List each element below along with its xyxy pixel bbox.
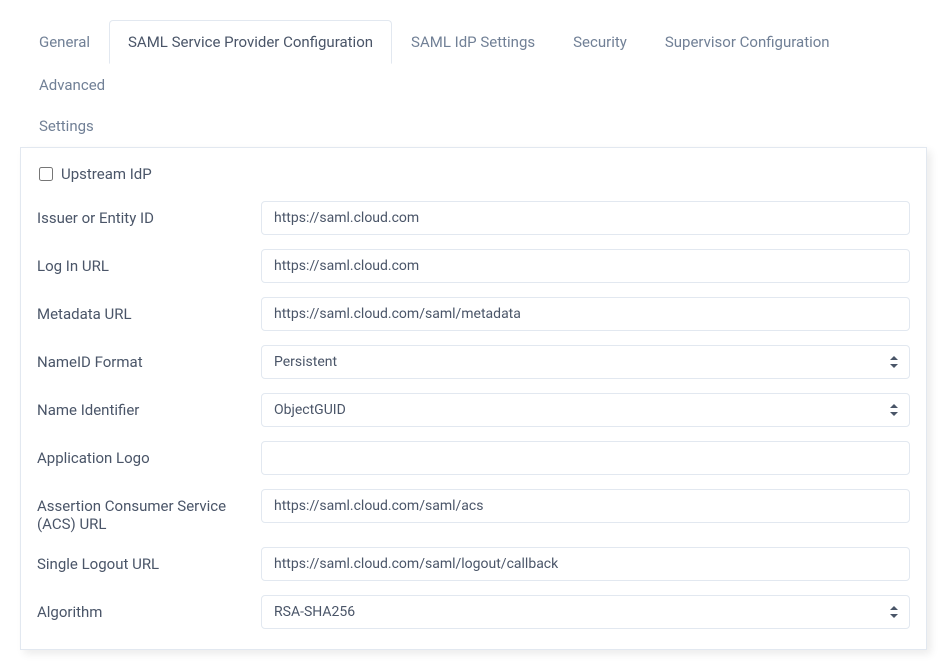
tab-advanced[interactable]: Advanced [20, 63, 124, 106]
tab-saml-sp-configuration[interactable]: SAML Service Provider Configuration [109, 20, 392, 64]
tab-general[interactable]: General [20, 20, 109, 63]
single-logout-url-input[interactable] [261, 547, 910, 581]
login-url-label: Log In URL [37, 249, 261, 275]
tab-bar: General SAML Service Provider Configurat… [20, 20, 927, 148]
application-logo-label: Application Logo [37, 441, 261, 467]
application-logo-input[interactable] [261, 441, 910, 475]
tab-supervisor-configuration[interactable]: Supervisor Configuration [646, 20, 849, 63]
saml-sp-config-panel: Upstream IdP Issuer or Entity ID Log In … [20, 147, 927, 650]
issuer-entity-id-label: Issuer or Entity ID [37, 201, 261, 227]
upstream-idp-label[interactable]: Upstream IdP [61, 165, 152, 183]
acs-url-label: Assertion Consumer Service (ACS) URL [37, 489, 261, 533]
nameid-format-select[interactable]: Persistent [261, 345, 910, 379]
tab-saml-idp-settings[interactable]: SAML IdP Settings [392, 20, 554, 63]
login-url-input[interactable] [261, 249, 910, 283]
acs-url-input[interactable] [261, 489, 910, 523]
issuer-entity-id-input[interactable] [261, 201, 910, 235]
metadata-url-label: Metadata URL [37, 297, 261, 323]
tab-security[interactable]: Security [554, 20, 646, 63]
algorithm-label: Algorithm [37, 595, 261, 621]
name-identifier-select[interactable]: ObjectGUID [261, 393, 910, 427]
nameid-format-label: NameID Format [37, 345, 261, 371]
single-logout-url-label: Single Logout URL [37, 547, 261, 573]
algorithm-select[interactable]: RSA-SHA256 [261, 595, 910, 629]
metadata-url-input[interactable] [261, 297, 910, 331]
tab-settings[interactable]: Settings [20, 106, 927, 147]
upstream-idp-checkbox[interactable] [39, 167, 53, 181]
name-identifier-label: Name Identifier [37, 393, 261, 419]
